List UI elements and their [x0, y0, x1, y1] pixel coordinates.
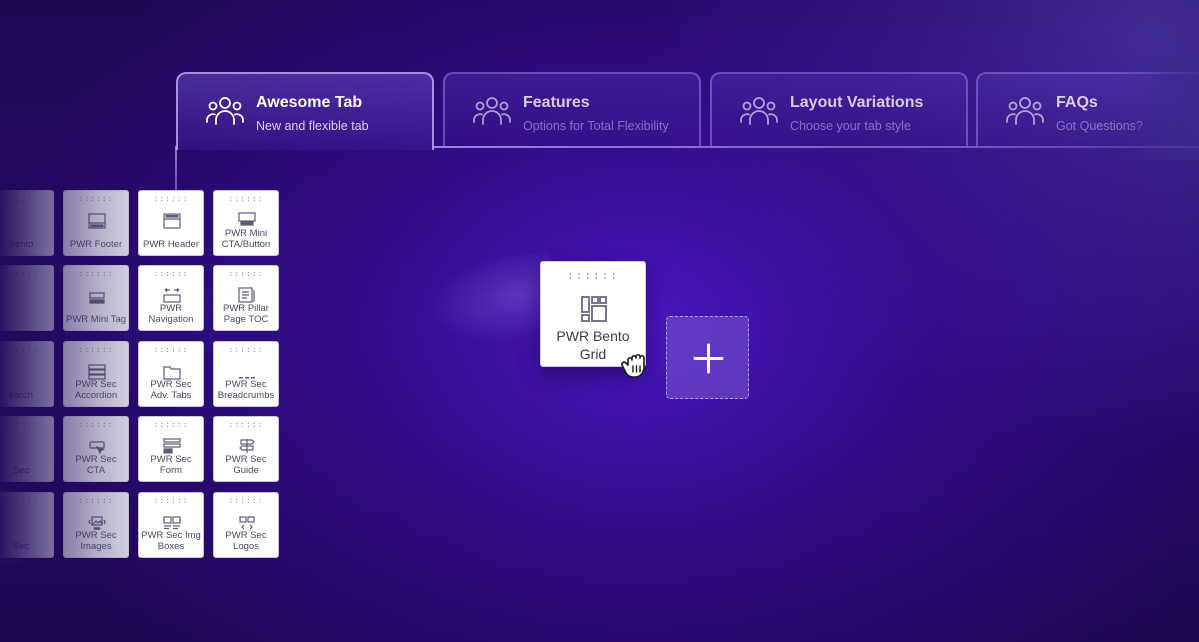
widget-pwr-pillar-page-toc[interactable]: :::::: PWR Pillar Page TOC [213, 265, 279, 331]
widget-label: PWR Footer [69, 239, 123, 250]
navigation-icon [163, 288, 181, 303]
tab-awesome-tab[interactable]: Awesome Tab New and flexible tab [176, 72, 434, 150]
widget-label: PWR Sec CTA [75, 454, 117, 476]
tabs-icon [163, 366, 181, 380]
drag-handle-icon: :::::: [78, 269, 114, 278]
widget-label: earch [9, 390, 33, 401]
grab-hand-icon [621, 353, 645, 378]
widget-card[interactable]: :::::: [0, 265, 54, 331]
drag-handle-icon: :::::: [228, 345, 264, 354]
image-gallery-icon [88, 516, 106, 530]
drag-handle-icon: :::::: [3, 420, 39, 429]
tab-subtitle: Choose your tab style [790, 119, 911, 133]
drag-handle-icon: :::::: [153, 194, 189, 203]
widget-pwr-sec-accordion[interactable]: :::::: PWR Sec Accordion [63, 341, 129, 407]
drag-handle-icon: :::::: [567, 269, 619, 282]
header-layout-icon [163, 213, 181, 229]
button-icon [238, 212, 256, 226]
drag-handle-icon: :::::: [153, 345, 189, 354]
widget-pwr-sec-img-boxes[interactable]: :::::: PWR Sec Img Boxes [138, 492, 204, 558]
drag-handle-icon: :::::: [3, 269, 39, 278]
drag-handle-icon: :::::: [153, 269, 189, 278]
widget-card[interactable]: :::::: Sec [0, 416, 54, 482]
tab-layout-variations[interactable]: Layout Variations Choose your tab style [710, 72, 968, 146]
widget-label: PWR Mini Tag [66, 314, 127, 325]
widget-label: PWR Header [143, 239, 199, 250]
drag-handle-icon: :::::: [78, 194, 114, 203]
widget-label: PWR Sec Form [150, 454, 192, 476]
users-icon [206, 97, 244, 125]
drag-handle-icon: :::::: [153, 420, 189, 429]
footer-layout-icon [88, 213, 106, 229]
widget-pwr-sec-logos[interactable]: :::::: PWR Sec Logos [213, 492, 279, 558]
widget-label: PWR Sec Images [75, 530, 117, 552]
widget-pwr-sec-cta[interactable]: :::::: PWR Sec CTA [63, 416, 129, 482]
widget-label: PWR Sec Accordion [74, 379, 118, 401]
widget-pwr-footer[interactable]: :::::: PWR Footer [63, 190, 129, 256]
widget-pwr-header[interactable]: :::::: PWR Header [138, 190, 204, 256]
image-boxes-icon [163, 516, 181, 530]
users-icon [1006, 97, 1044, 125]
drag-handle-icon: :::::: [228, 269, 264, 278]
drag-handle-icon: :::::: [3, 496, 39, 505]
widget-label: Sec [12, 541, 30, 552]
drag-handle-icon: :::::: [3, 345, 39, 354]
tab-title: Layout Variations [790, 94, 924, 111]
users-icon [740, 97, 778, 125]
users-icon [473, 97, 511, 125]
widget-pwr-sec-breadcrumbs[interactable]: :::::: PWR Sec Breadcrumbs [213, 341, 279, 407]
tag-icon [89, 292, 105, 304]
widget-pwr-sec-guide[interactable]: :::::: PWR Sec Guide [213, 416, 279, 482]
bento-grid-icon [581, 296, 607, 322]
widget-card[interactable]: :::::: earch [0, 341, 54, 407]
widget-label: PWR Pillar Page TOC [223, 303, 269, 325]
signpost-icon [239, 439, 255, 453]
form-icon [163, 438, 181, 454]
logos-carousel-icon [239, 516, 255, 530]
widget-pwr-mini-tag[interactable]: :::::: PWR Mini Tag [63, 265, 129, 331]
toc-document-icon [238, 287, 255, 303]
accordion-icon [88, 364, 106, 380]
drag-handle-icon: :::::: [228, 420, 264, 429]
drop-zone-add[interactable] [666, 316, 749, 399]
tab-subtitle: New and flexible tab [256, 119, 369, 133]
drag-handle-icon: :::::: [78, 345, 114, 354]
tab-faqs[interactable]: FAQs Got Questions? [976, 72, 1199, 146]
widget-label: PWR Sec Breadcrumbs [217, 379, 275, 401]
widget-pwr-sec-adv-tabs[interactable]: :::::: PWR Sec Adv. Tabs [138, 341, 204, 407]
drag-handle-icon: :::::: [3, 194, 39, 203]
drag-handle-icon: :::::: [153, 496, 189, 505]
widget-label: Sec [12, 465, 30, 476]
widget-pwr-navigation[interactable]: :::::: PWR Navigation [138, 265, 204, 331]
tab-panel-border-top [433, 146, 1199, 148]
tab-title: FAQs [1056, 94, 1098, 111]
cta-click-icon [89, 441, 106, 455]
widget-label: PWR Sec Logos [225, 530, 267, 552]
drag-handle-icon: :::::: [78, 420, 114, 429]
widget-label: PWR Sec Guide [225, 454, 267, 476]
drag-handle-icon: :::::: [228, 194, 264, 203]
tab-title: Awesome Tab [256, 94, 363, 111]
drag-handle-icon: :::::: [228, 496, 264, 505]
widget-card[interactable]: :::::: Bento [0, 190, 54, 256]
plus-icon [693, 343, 724, 374]
tab-subtitle: Options for Total Flexibility [523, 119, 669, 133]
widget-label: Bento [8, 239, 34, 250]
tab-subtitle: Got Questions? [1056, 119, 1143, 133]
tab-features[interactable]: Features Options for Total Flexibility [443, 72, 701, 146]
tab-title: Features [523, 94, 590, 111]
widget-label: PWR Mini CTA/Button [221, 228, 271, 250]
drag-handle-icon: :::::: [78, 496, 114, 505]
widget-card[interactable]: :::::: Sec [0, 492, 54, 558]
widget-pwr-sec-images[interactable]: :::::: PWR Sec Images [63, 492, 129, 558]
widget-label: PWR Sec Img Boxes [141, 530, 201, 552]
widget-label: PWR Sec Adv. Tabs [150, 379, 192, 401]
widget-pwr-sec-form[interactable]: :::::: PWR Sec Form [138, 416, 204, 482]
widget-pwr-mini-cta[interactable]: :::::: PWR Mini CTA/Button [213, 190, 279, 256]
widget-label: PWR Navigation [148, 303, 194, 325]
